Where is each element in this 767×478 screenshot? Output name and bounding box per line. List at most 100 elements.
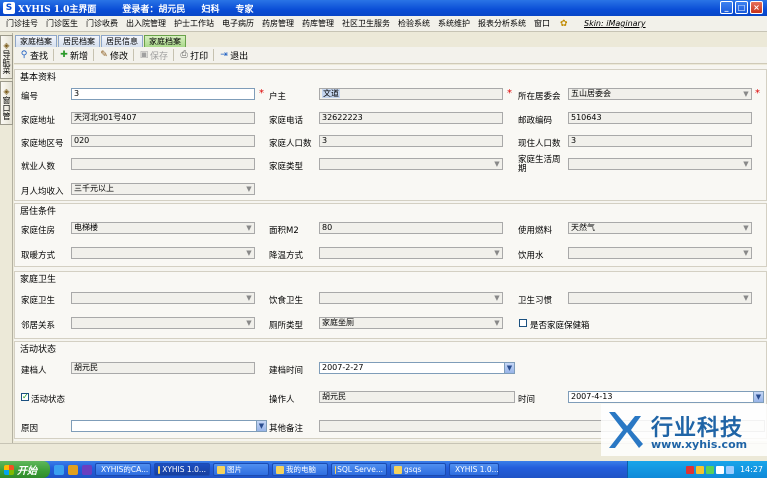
population-field[interactable]: 3 — [319, 135, 503, 147]
task-xyhis-ca[interactable]: XYHIS的CA... — [95, 463, 151, 476]
tray-app-icon[interactable] — [725, 465, 734, 474]
find-button[interactable]: ⚲ 查找 — [16, 49, 51, 62]
current-population-field[interactable]: 3 — [568, 135, 752, 147]
menu-reports[interactable]: 报表分析系统 — [474, 18, 530, 29]
tray-antivirus-icon[interactable] — [685, 465, 694, 474]
toilet-select[interactable]: 家庭坐厕 ▼ — [319, 317, 503, 329]
task-pictures[interactable]: 图片 — [213, 463, 269, 476]
head-field[interactable]: 文道 — [319, 88, 503, 100]
tray-network-icon[interactable] — [705, 465, 714, 474]
window-manager-tab[interactable]: ◈窗口管理 — [0, 81, 13, 125]
quicklaunch-ie-icon[interactable] — [54, 464, 64, 475]
menu-outpatient-register[interactable]: 门诊挂号 — [2, 18, 42, 29]
operator-field[interactable]: 胡元民 — [319, 391, 515, 403]
menu-emr[interactable]: 电子病历 — [218, 18, 258, 29]
menu-drug-store[interactable]: 药库管理 — [298, 18, 338, 29]
address-field[interactable]: 天河北901号407 — [71, 112, 255, 124]
area-code-field[interactable]: 020 — [71, 135, 255, 147]
task-xyhis-second[interactable]: XYHIS 1.0... — [449, 463, 499, 476]
exit-button[interactable]: ⇥ 退出 — [216, 49, 251, 62]
chevron-down-icon[interactable]: ▼ — [741, 159, 751, 169]
maximize-button[interactable]: □ — [735, 1, 748, 14]
skin-label[interactable]: Skin: iMaginary — [584, 19, 646, 28]
tab-resident-archive[interactable]: 居民档案 — [58, 35, 100, 47]
housing-select[interactable]: 电梯楼 ▼ — [71, 222, 255, 234]
chevron-down-icon[interactable]: ▼ — [741, 293, 751, 303]
life-cycle-select[interactable]: ▼ — [568, 158, 752, 170]
menu-lab[interactable]: 检验系统 — [394, 18, 434, 29]
medkit-checkbox[interactable] — [519, 319, 527, 327]
task-xyhis-main[interactable]: XYHIS 1.0... — [154, 463, 210, 476]
chevron-down-icon[interactable]: ▼ — [244, 318, 254, 328]
print-button[interactable]: ⎙ 打印 — [176, 49, 211, 62]
employed-field[interactable] — [71, 158, 255, 170]
skin-icon[interactable]: ✿ — [560, 19, 570, 29]
chevron-down-icon[interactable]: ▼ — [492, 248, 502, 258]
chevron-down-icon[interactable]: ▼ — [492, 318, 502, 328]
phone-field[interactable]: 32622223 — [319, 112, 503, 124]
habit-select[interactable]: ▼ — [568, 292, 752, 304]
quicklaunch-media-icon[interactable] — [82, 464, 92, 475]
chevron-down-icon[interactable]: ▼ — [741, 89, 751, 99]
id-field[interactable]: 3 — [71, 88, 255, 100]
start-button[interactable]: 开始 — [0, 461, 50, 478]
active-checkbox[interactable] — [21, 392, 29, 401]
menu-outpatient-billing[interactable]: 门诊收费 — [82, 18, 122, 29]
zip-field[interactable]: 510643 — [568, 112, 752, 124]
created-time-label: 建档时间 — [269, 366, 304, 376]
chevron-down-icon[interactable]: ▼ — [244, 184, 254, 194]
tray-volume-icon[interactable] — [715, 465, 724, 474]
menu-admission[interactable]: 出入院管理 — [122, 18, 170, 29]
food-hygiene-select[interactable]: ▼ — [319, 292, 503, 304]
chevron-down-icon[interactable]: ▼ — [741, 223, 751, 233]
menu-outpatient-doctor[interactable]: 门诊医生 — [42, 18, 82, 29]
menu-window[interactable]: 窗口 — [530, 18, 554, 29]
chevron-down-icon[interactable]: ▼ — [244, 293, 254, 303]
toolbar: ⚲ 查找 ✚ 新增 ✎ 修改 ▣ 保存 ⎙ 打印 ⇥ 退出 — [14, 47, 767, 64]
clock[interactable]: 14:27 — [740, 465, 763, 474]
creator-field[interactable]: 胡元民 — [71, 362, 255, 374]
reason-select[interactable]: ▼ — [71, 420, 267, 432]
income-select[interactable]: 三千元以上 ▼ — [71, 183, 255, 195]
edit-button[interactable]: ✎ 修改 — [96, 49, 131, 62]
chevron-down-icon[interactable]: ▼ — [256, 421, 266, 431]
home-hygiene-select[interactable]: ▼ — [71, 292, 255, 304]
task-my-computer[interactable]: 我的电脑 — [272, 463, 328, 476]
tab-family-archive-active[interactable]: 家庭档案 — [144, 35, 186, 47]
task-gsqs[interactable]: gsqs — [390, 463, 446, 476]
minimize-button[interactable]: _ — [720, 1, 733, 14]
neighbor-select[interactable]: ▼ — [71, 317, 255, 329]
close-button[interactable]: × — [750, 1, 763, 14]
tab-family-archive[interactable]: 家庭档案 — [15, 35, 57, 47]
heating-select[interactable]: ▼ — [71, 247, 255, 259]
menu-community-health[interactable]: 社区卫生服务 — [338, 18, 394, 29]
time-picker[interactable]: 2007-4-13 ▼ — [568, 391, 764, 403]
menu-pharmacy[interactable]: 药房管理 — [258, 18, 298, 29]
menu-maintenance[interactable]: 系统维护 — [434, 18, 474, 29]
quicklaunch-folder-icon[interactable] — [68, 464, 78, 475]
menu-nurse-station[interactable]: 护士工作站 — [170, 18, 218, 29]
chevron-down-icon[interactable]: ▼ — [492, 293, 502, 303]
water-select[interactable]: ▼ — [568, 247, 752, 259]
left-panel: ◈导航菜单 ◈窗口管理 — [0, 33, 13, 443]
save-button[interactable]: ▣ 保存 — [136, 49, 171, 62]
chevron-down-icon[interactable]: ▼ — [244, 223, 254, 233]
nav-menu-tab[interactable]: ◈导航菜单 — [0, 35, 13, 79]
tab-resident-info[interactable]: 居民信息 — [101, 35, 143, 47]
calendar-dropdown-icon[interactable]: ▼ — [753, 392, 763, 402]
calendar-dropdown-icon[interactable]: ▼ — [504, 363, 514, 373]
area-size-field[interactable]: 80 — [319, 222, 503, 234]
toolbar-separator — [133, 49, 135, 61]
tray-ime-icon[interactable] — [695, 465, 704, 474]
task-sql-server[interactable]: SQL Serve... — [331, 463, 387, 476]
fuel-select[interactable]: 天然气 ▼ — [568, 222, 752, 234]
section-title-hygiene: 家庭卫生 — [18, 272, 59, 285]
family-type-select[interactable]: ▼ — [319, 158, 503, 170]
chevron-down-icon[interactable]: ▼ — [492, 159, 502, 169]
cooling-select[interactable]: ▼ — [319, 247, 503, 259]
committee-select[interactable]: 五山居委会 ▼ — [568, 88, 752, 100]
chevron-down-icon[interactable]: ▼ — [741, 248, 751, 258]
add-button[interactable]: ✚ 新增 — [56, 49, 91, 62]
created-time-picker[interactable]: 2007-2-27 ▼ — [319, 362, 515, 374]
chevron-down-icon[interactable]: ▼ — [244, 248, 254, 258]
